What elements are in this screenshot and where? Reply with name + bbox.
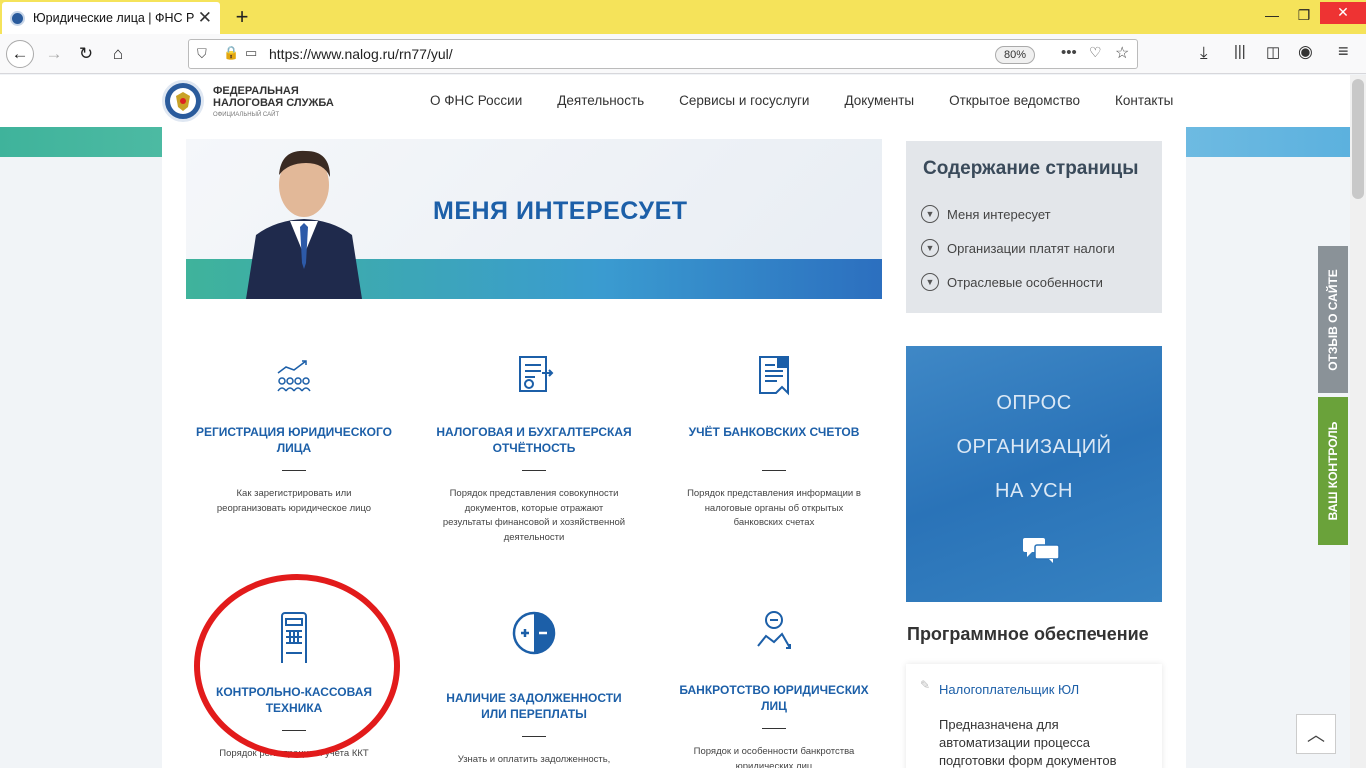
home-button[interactable]: ⌂ — [104, 40, 132, 68]
divider — [522, 736, 546, 737]
card-debt-overpayment[interactable]: НАЛИЧИЕ ЗАДОЛЖЕННОСТИ ИЛИ ПЕРЕПЛАТЫ Узна… — [434, 611, 634, 768]
forward-button[interactable]: → — [40, 40, 68, 68]
your-control-label: ВАШ КОНТРОЛЬ — [1326, 421, 1340, 521]
site-favicon-icon — [10, 10, 25, 26]
plus-minus-icon — [512, 611, 556, 655]
card-description: Как зарегистрировать или реорганизовать … — [216, 488, 372, 514]
toc-item-label: Отраслевые особенности — [947, 274, 1103, 290]
menu-item-services[interactable]: Сервисы и госуслуги — [679, 93, 809, 108]
chat-bubbles-icon — [1023, 538, 1060, 563]
lock-icon[interactable]: 🔒 — [223, 45, 239, 61]
account-icon[interactable]: ◉ — [1298, 42, 1313, 62]
toc-item-label: Организации платят налоги — [947, 240, 1115, 256]
bank-document-icon — [759, 356, 789, 396]
downloads-icon[interactable]: ⤓ — [1200, 43, 1208, 63]
card-description: Узнать и оплатить задолженность, вернуть… — [457, 754, 611, 765]
browser-toolbar: ← → ↻ ⌂ ⛉ 🔒 ▭ https://www.nalog.ru/rn77/… — [0, 34, 1366, 74]
your-control-tab[interactable]: ВАШ КОНТРОЛЬ — [1318, 397, 1348, 545]
browser-tab[interactable]: Юридические лица | ФНС Рос ✕ — [2, 2, 220, 34]
chevron-down-icon: ▼ — [921, 239, 939, 257]
site-feedback-tab[interactable]: ОТЗЫВ О САЙТЕ — [1318, 246, 1348, 393]
page-scrollbar[interactable] — [1350, 75, 1366, 768]
logo-line-2: НАЛОГОВАЯ СЛУЖБА — [213, 97, 334, 109]
url-text[interactable]: https://www.nalog.ru/rn77/yul/ — [269, 46, 453, 62]
hero-title: МЕНЯ ИНТЕРЕСУЕТ — [433, 197, 688, 225]
sidebar-icon[interactable]: ◫ — [1266, 43, 1280, 61]
logo-subtitle: ОФИЦИАЛЬНЫЙ САЙТ — [213, 112, 280, 118]
divider — [522, 470, 546, 471]
report-document-icon — [519, 356, 554, 392]
survey-line-1: ОПРОС — [996, 392, 1072, 414]
back-button[interactable]: ← — [6, 40, 34, 68]
divider — [282, 470, 306, 471]
card-bankruptcy[interactable]: БАНКРОТСТВО ЮРИДИЧЕСКИХ ЛИЦ Порядок и ос… — [674, 605, 874, 768]
software-item-description: Предназначена для автоматизации процесса… — [939, 717, 1117, 768]
site-feedback-label: ОТЗЫВ О САЙТЕ — [1326, 268, 1340, 371]
page-actions-icon[interactable]: ••• — [1061, 44, 1077, 61]
toc-item-taxes[interactable]: ▼ Организации платят налоги — [921, 239, 1115, 257]
pocket-icon[interactable]: ♡ — [1089, 44, 1102, 61]
software-item-card[interactable]: ✎ Налогоплательщик ЮЛ Предназначена для … — [906, 664, 1162, 768]
toc-item-industry[interactable]: ▼ Отраслевые особенности — [921, 273, 1103, 291]
logo-line-1: ФЕДЕРАЛЬНАЯ — [213, 85, 299, 97]
chevron-down-icon: ▼ — [921, 273, 939, 291]
toc-item-label: Меня интересует — [947, 206, 1051, 222]
survey-line-2: ОРГАНИЗАЦИЙ — [956, 436, 1112, 458]
fns-emblem-logo[interactable] — [162, 80, 204, 122]
software-item-name[interactable]: Налогоплательщик ЮЛ — [939, 682, 1079, 697]
card-title: НАЛИЧИЕ ЗАДОЛЖЕННОСТИ ИЛИ ПЕРЕПЛАТЫ — [446, 691, 622, 721]
address-bar[interactable]: ⛉ 🔒 ▭ https://www.nalog.ru/rn77/yul/ 80%… — [188, 39, 1138, 69]
browser-tab-strip: Юридические лица | ФНС Рос ✕ + — ❐ ✕ — [0, 0, 1366, 34]
software-section-title: Программное обеспечение — [907, 624, 1149, 644]
hero-banner: МЕНЯ ИНТЕРЕСУЕТ — [186, 139, 882, 299]
site-header: ФЕДЕРАЛЬНАЯ НАЛОГОВАЯ СЛУЖБА ОФИЦИАЛЬНЫЙ… — [0, 75, 1366, 127]
close-window-button[interactable]: ✕ — [1320, 2, 1366, 24]
highlight-circle-annotation — [194, 574, 400, 758]
divider — [762, 470, 786, 471]
card-description: Порядок представления совокупности докум… — [442, 488, 626, 543]
card-title: УЧЁТ БАНКОВСКИХ СЧЕТОВ — [688, 425, 860, 439]
card-reporting[interactable]: НАЛОГОВАЯ И БУХГАЛТЕРСКАЯ ОТЧЁТНОСТЬ Пор… — [434, 353, 634, 545]
card-description: Порядок и особенности банкротства юридич… — [693, 746, 855, 768]
minimize-button[interactable]: — — [1258, 2, 1286, 30]
site-logo-text[interactable]: ФЕДЕРАЛЬНАЯ НАЛОГОВАЯ СЛУЖБА ОФИЦИАЛЬНЫЙ… — [213, 85, 334, 121]
chevron-down-icon: ▼ — [921, 205, 939, 223]
restore-button[interactable]: ❐ — [1290, 2, 1318, 30]
close-tab-icon[interactable]: ✕ — [198, 8, 212, 28]
reload-button[interactable]: ↻ — [72, 40, 100, 68]
library-icon[interactable]: ||| — [1234, 43, 1246, 60]
tab-title: Юридические лица | ФНС Рос — [33, 11, 194, 25]
card-title: НАЛОГОВАЯ И БУХГАЛТЕРСКАЯ ОТЧЁТНОСТЬ — [436, 425, 632, 455]
menu-item-about[interactable]: О ФНС России — [430, 93, 522, 108]
page-info-icon[interactable]: ▭ — [245, 45, 257, 61]
menu-item-open-agency[interactable]: Открытое ведомство — [949, 93, 1080, 108]
bookmark-star-icon[interactable]: ☆ — [1115, 43, 1129, 63]
card-title: БАНКРОТСТВО ЮРИДИЧЕСКИХ ЛИЦ — [679, 683, 869, 713]
new-tab-button[interactable]: + — [230, 4, 254, 30]
toc-item-interests[interactable]: ▼ Меня интересует — [921, 205, 1051, 223]
businessman-photo — [246, 150, 362, 299]
menu-item-documents[interactable]: Документы — [844, 93, 914, 108]
menu-item-contacts[interactable]: Контакты — [1115, 93, 1173, 108]
page-contents-panel: Содержание страницы ▼ Меня интересует ▼ … — [906, 141, 1162, 313]
menu-item-activity[interactable]: Деятельность — [557, 93, 644, 108]
zoom-level-badge[interactable]: 80% — [995, 46, 1035, 64]
main-menu: О ФНС России Деятельность Сервисы и госу… — [430, 93, 1173, 108]
shield-icon[interactable]: ⛉ — [197, 46, 207, 62]
bankruptcy-icon — [757, 611, 791, 649]
survey-line-3: НА УСН — [995, 480, 1073, 502]
card-registration[interactable]: РЕГИСТРАЦИЯ ЮРИДИЧЕСКОГО ЛИЦА Как зареги… — [194, 353, 394, 516]
card-description: Порядок представления информации в налог… — [687, 488, 861, 528]
scrollbar-thumb[interactable] — [1352, 79, 1364, 199]
toc-title: Содержание страницы — [923, 158, 1139, 179]
divider — [762, 728, 786, 729]
card-title: РЕГИСТРАЦИЯ ЮРИДИЧЕСКОГО ЛИЦА — [195, 425, 392, 455]
pencil-icon: ✎ — [920, 678, 931, 692]
chevron-up-icon: ︿ — [1307, 725, 1325, 745]
people-growth-icon — [277, 360, 311, 392]
survey-banner[interactable]: ОПРОС ОРГАНИЗАЦИЙ НА УСН — [906, 346, 1162, 602]
card-bank-accounts[interactable]: УЧЁТ БАНКОВСКИХ СЧЕТОВ Порядок представл… — [674, 353, 874, 531]
menu-hamburger-icon[interactable]: ≡ — [1338, 41, 1349, 62]
scroll-to-top-button[interactable]: ︿ — [1296, 714, 1336, 754]
